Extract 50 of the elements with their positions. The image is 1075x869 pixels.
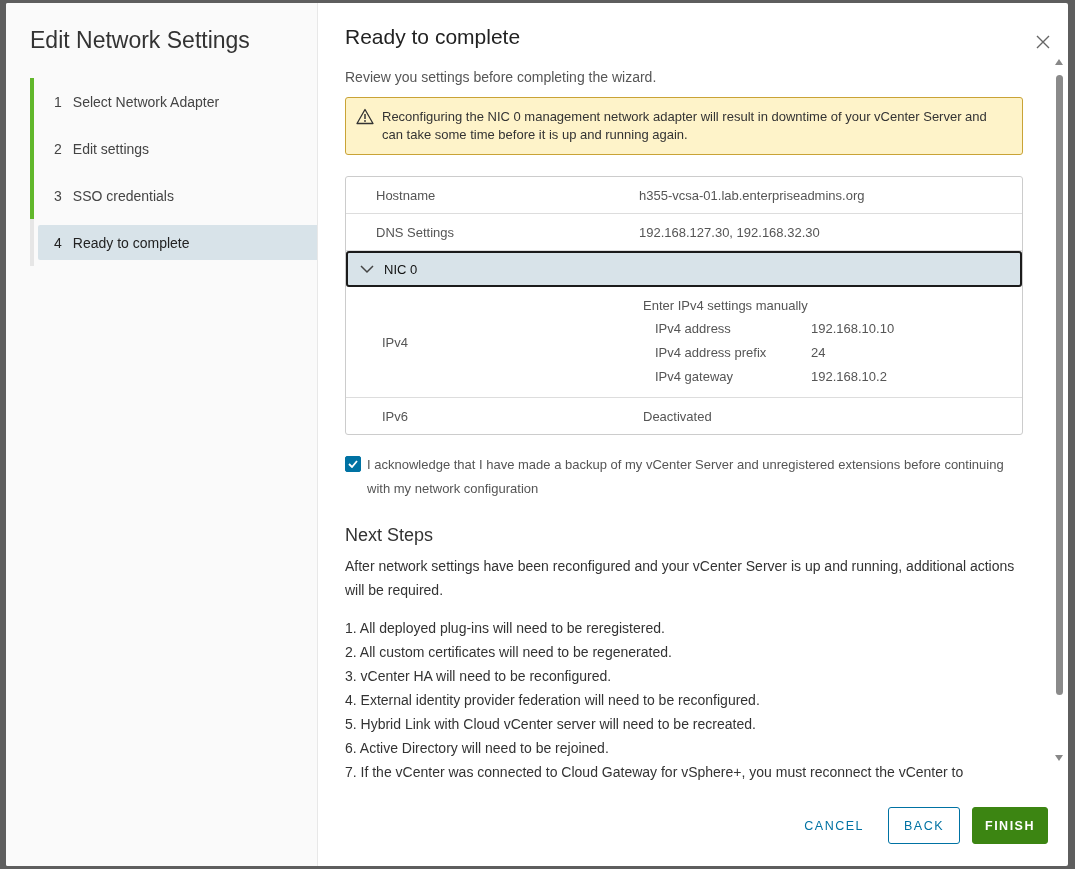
action-button[interactable]: BACK bbox=[888, 807, 960, 844]
step-label: Ready to complete bbox=[72, 234, 190, 251]
list-item: 4. External identity provider federation will need to be reconfigured. bbox=[345, 691, 761, 710]
check-icon bbox=[348, 460, 358, 468]
field-label: IPv4 gateway bbox=[655, 368, 735, 386]
section-heading: Next Steps bbox=[345, 525, 435, 546]
step-number: 3 bbox=[54, 187, 62, 204]
warning-text: Reconfiguring the NIC 0 management network adapter will result in downtime of your vCenter Server and can take some time before it is up and running again. bbox=[382, 108, 988, 144]
step-label: Edit settings bbox=[72, 140, 150, 157]
chevron-icon bbox=[360, 264, 374, 274]
row-label: IPv6 bbox=[382, 408, 409, 424]
nic-section-header[interactable]: NIC 0 bbox=[346, 251, 1022, 287]
checkbox[interactable] bbox=[345, 456, 361, 472]
step-number: 4 bbox=[54, 234, 62, 251]
close-button[interactable] bbox=[1036, 35, 1050, 49]
checkbox-label: I acknowledge that I have made a backup of my vCenter Server and unregistered extensions before continuing with my network configuration bbox=[367, 456, 1005, 498]
list-item: 7. If the vCenter was connected to Cloud Gateway for vSphere+, you must reconnect the vCenter to bbox=[345, 763, 965, 782]
list-item: 2. All custom certificates will need to be regenerated. bbox=[345, 643, 673, 662]
row-value: Deactivated bbox=[643, 408, 713, 424]
page-title: Ready to complete bbox=[345, 25, 521, 49]
wizard-step[interactable]: 4 Ready to complete bbox=[38, 225, 317, 260]
step-label: SSO credentials bbox=[72, 187, 174, 204]
row-value: 192.168.127.30, 192.168.32.30 bbox=[639, 224, 821, 240]
wizard-step[interactable]: 1 Select Network Adapter bbox=[38, 84, 317, 119]
field-value: 192.168.10.10 bbox=[811, 320, 896, 338]
row-value: h355-vcsa-01.lab.enterpriseadmins.org bbox=[639, 187, 866, 203]
step-number: 2 bbox=[54, 140, 62, 157]
field-label: IPv4 address bbox=[655, 320, 732, 338]
row-label: IPv4 bbox=[382, 334, 409, 350]
field-value: 24 bbox=[811, 344, 827, 362]
page-description: Review you settings before completing the wizard. bbox=[345, 69, 658, 85]
field-label: IPv4 address prefix bbox=[655, 344, 768, 362]
section-paragraph: After network settings have been reconfigured and your vCenter Server is up and running, additional actions will be required. bbox=[345, 557, 1016, 600]
dialog-title: Edit Network Settings bbox=[30, 27, 251, 54]
action-button[interactable]: FINISH bbox=[972, 807, 1048, 844]
row-value: Enter IPv4 settings manually bbox=[643, 297, 809, 315]
list-item: 6. Active Directory will need to be rejoined. bbox=[345, 739, 610, 758]
list-item: 1. All deployed plug-ins will need to be reregistered. bbox=[345, 619, 666, 638]
wizard-step[interactable]: 2 Edit settings bbox=[38, 131, 317, 166]
warning-icon bbox=[356, 108, 374, 125]
row-label: Hostname bbox=[376, 187, 437, 203]
field-value: 192.168.10.2 bbox=[811, 368, 888, 386]
step-label: Select Network Adapter bbox=[72, 93, 220, 110]
list-item: 5. Hybrid Link with Cloud vCenter server will need to be recreated. bbox=[345, 715, 757, 734]
action-button[interactable]: CANCEL bbox=[792, 807, 876, 844]
wizard-step[interactable]: 3 SSO credentials bbox=[38, 178, 317, 213]
close-icon bbox=[1036, 35, 1050, 49]
step-number: 1 bbox=[54, 93, 62, 110]
list-item: 3. vCenter HA will need to be reconfigured. bbox=[345, 667, 613, 686]
row-label: DNS Settings bbox=[376, 224, 456, 240]
